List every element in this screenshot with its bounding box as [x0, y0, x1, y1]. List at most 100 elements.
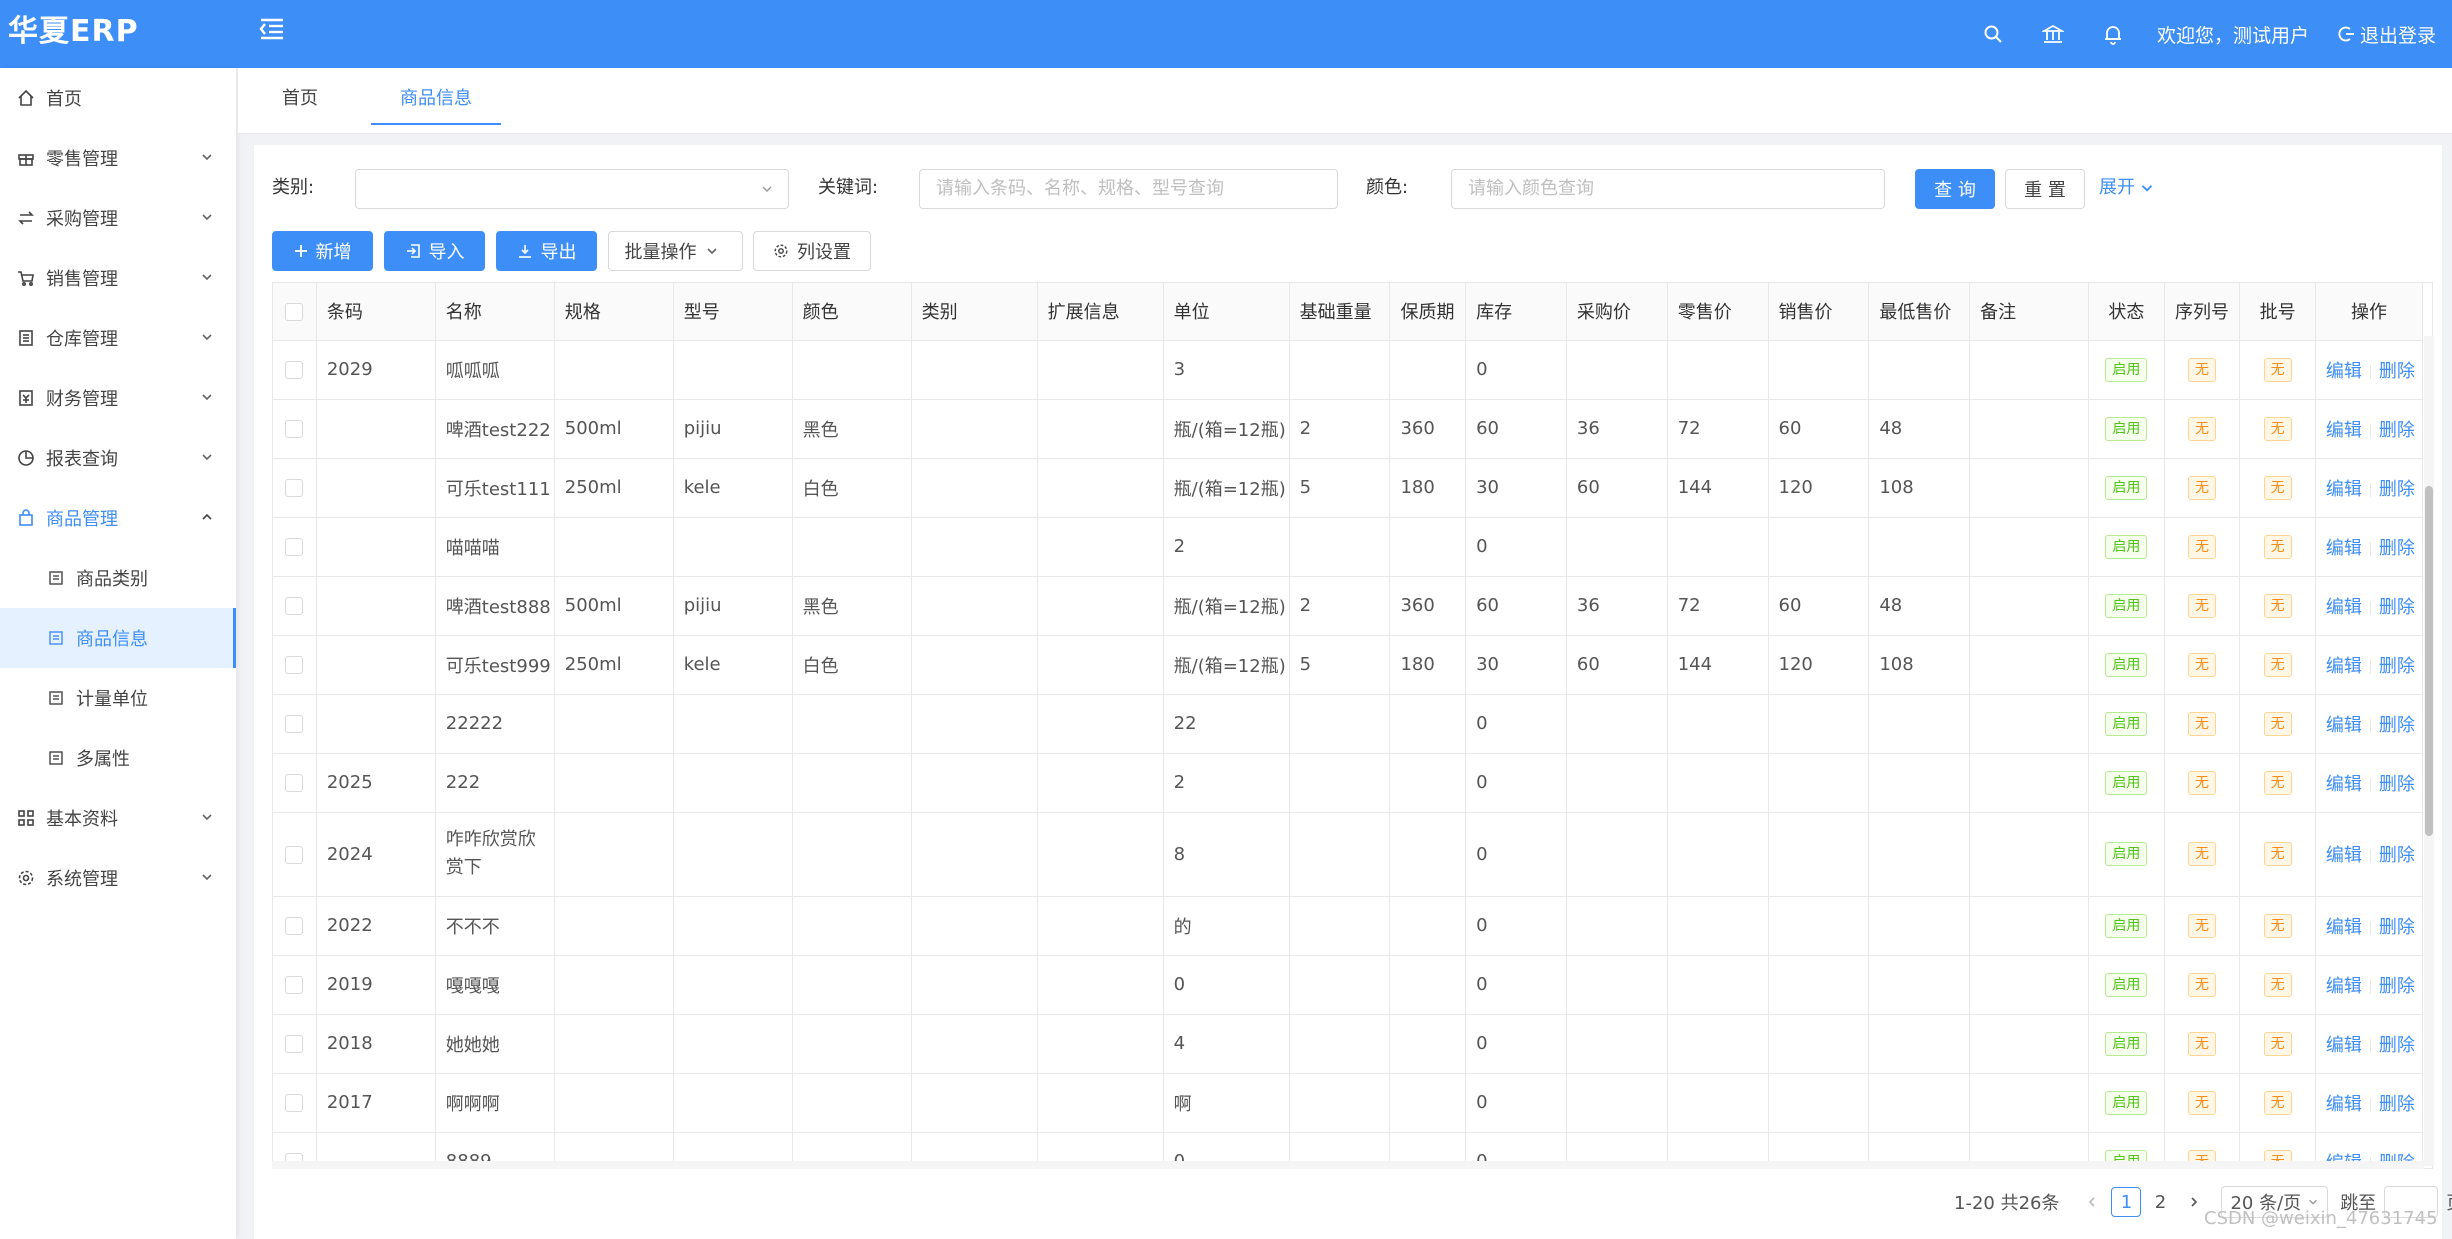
sidebar-item-reports[interactable]: 报表查询: [0, 428, 236, 488]
row-checkbox[interactable]: [285, 361, 304, 379]
col-header-unit[interactable]: 单位: [1163, 283, 1290, 341]
add-button[interactable]: 新增: [272, 231, 373, 271]
table-row[interactable]: 22222 22 0 启用无无编辑 删除: [273, 694, 2424, 754]
edit-link[interactable]: 编辑: [2326, 976, 2362, 997]
col-header-status[interactable]: 状态: [2088, 283, 2165, 341]
table-row[interactable]: 2029 呱呱呱 3 0 启用无无编辑 删除: [273, 340, 2424, 400]
row-checkbox[interactable]: [285, 656, 304, 674]
col-header-serial[interactable]: 序列号: [2164, 283, 2241, 341]
sidebar-item-home[interactable]: 首页: [0, 68, 236, 128]
menu-fold-icon[interactable]: [258, 14, 290, 46]
row-checkbox[interactable]: [285, 479, 304, 497]
bank-icon[interactable]: [2023, 0, 2083, 68]
column-settings-button[interactable]: 列设置: [753, 231, 871, 271]
batch-operation-button[interactable]: 批量操作: [608, 231, 743, 271]
edit-link[interactable]: 编辑: [2326, 715, 2362, 736]
color-input[interactable]: 请输入颜色查询: [1451, 169, 1885, 209]
reset-button[interactable]: 重 置: [2005, 169, 2085, 209]
col-header-color[interactable]: 颜色: [792, 283, 912, 341]
edit-link[interactable]: 编辑: [2326, 774, 2362, 795]
sidebar-item-goods[interactable]: 商品管理: [0, 488, 236, 548]
prev-page-icon[interactable]: [2077, 1187, 2107, 1217]
col-header-category[interactable]: 类别: [911, 283, 1038, 341]
delete-link[interactable]: 删除: [2379, 656, 2415, 677]
table-row[interactable]: 喵喵喵 2 0 启用无无编辑 删除: [273, 517, 2424, 577]
table-row[interactable]: 2017 啊啊啊啊 0 启用无无编辑 删除: [273, 1073, 2424, 1133]
table-row[interactable]: 可乐test111 250ml kele 白色 瓶/(箱=12瓶) 5 180 30 60 144…: [273, 458, 2424, 518]
col-header-barcode[interactable]: 条码: [316, 283, 436, 341]
col-header-ext[interactable]: 扩展信息: [1037, 283, 1164, 341]
horizontal-scrollbar[interactable]: [272, 1161, 2424, 1169]
query-button[interactable]: 查 询: [1915, 169, 1995, 209]
edit-link[interactable]: 编辑: [2326, 479, 2362, 500]
delete-link[interactable]: 删除: [2379, 917, 2415, 938]
export-button[interactable]: 导出: [496, 231, 597, 271]
delete-link[interactable]: 删除: [2379, 597, 2415, 618]
app-logo[interactable]: 华夏ERP: [8, 12, 139, 52]
page-1[interactable]: 1: [2111, 1187, 2142, 1217]
row-checkbox[interactable]: [285, 774, 304, 792]
expand-link[interactable]: 展开: [2099, 169, 2155, 207]
page-2[interactable]: 2: [2145, 1187, 2175, 1217]
sidebar-item-system[interactable]: 系统管理: [0, 848, 236, 908]
row-checkbox[interactable]: [285, 715, 304, 733]
sidebar-item-sales[interactable]: 销售管理: [0, 248, 236, 308]
keyword-input[interactable]: 请输入条码、名称、规格、型号查询: [919, 169, 1338, 209]
edit-link[interactable]: 编辑: [2326, 656, 2362, 677]
col-header-model[interactable]: 型号: [673, 283, 793, 341]
edit-link[interactable]: 编辑: [2326, 1094, 2362, 1115]
col-header-purchase[interactable]: 采购价: [1566, 283, 1668, 341]
col-header-weight[interactable]: 基础重量: [1289, 283, 1391, 341]
row-checkbox[interactable]: [285, 1094, 304, 1112]
row-checkbox[interactable]: [285, 1035, 304, 1053]
delete-link[interactable]: 删除: [2379, 1094, 2415, 1115]
table-row[interactable]: 可乐test999 250ml kele 白色 瓶/(箱=12瓶) 5 180 30 60 144…: [273, 635, 2424, 695]
edit-link[interactable]: 编辑: [2326, 917, 2362, 938]
col-header-stock[interactable]: 库存: [1465, 283, 1567, 341]
row-checkbox[interactable]: [285, 597, 304, 615]
edit-link[interactable]: 编辑: [2326, 538, 2362, 559]
sidebar-item-attributes[interactable]: 多属性: [0, 728, 236, 788]
table-row[interactable]: 2022 不不不的 0 启用无无编辑 删除: [273, 896, 2424, 956]
row-checkbox[interactable]: [285, 976, 304, 994]
delete-link[interactable]: 删除: [2379, 538, 2415, 559]
import-button[interactable]: 导入: [384, 231, 485, 271]
row-checkbox[interactable]: [285, 538, 304, 556]
delete-link[interactable]: 删除: [2379, 361, 2415, 382]
delete-link[interactable]: 删除: [2379, 420, 2415, 441]
col-header-sale[interactable]: 销售价: [1768, 283, 1870, 341]
table-row[interactable]: 2019 嘎嘎嘎 0 0 启用无无编辑 删除: [273, 955, 2424, 1015]
table-row[interactable]: 2024 咋咋欣赏欣赏下 8 0 启用无无编辑 删除: [273, 812, 2424, 897]
table-row[interactable]: 2025 222 2 0 启用无无编辑 删除: [273, 753, 2424, 813]
delete-link[interactable]: 删除: [2379, 774, 2415, 795]
tab-home[interactable]: 首页: [270, 68, 330, 126]
edit-link[interactable]: 编辑: [2326, 1035, 2362, 1056]
col-header-spec[interactable]: 规格: [554, 283, 674, 341]
sidebar-item-retail[interactable]: 零售管理: [0, 128, 236, 188]
col-header-remark[interactable]: 备注: [1969, 283, 2090, 341]
col-header-min[interactable]: 最低售价: [1868, 283, 1971, 341]
table-row[interactable]: 啤酒test222 500ml pijiu 黑色 瓶/(箱=12瓶) 2 360 60 36 72…: [273, 399, 2424, 459]
delete-link[interactable]: 删除: [2379, 976, 2415, 997]
edit-link[interactable]: 编辑: [2326, 597, 2362, 618]
search-icon[interactable]: [1963, 0, 2023, 68]
vertical-scrollbar[interactable]: [2424, 336, 2434, 1166]
sidebar-item-purchase[interactable]: 采购管理: [0, 188, 236, 248]
sidebar-item-warehouse[interactable]: 仓库管理: [0, 308, 236, 368]
edit-link[interactable]: 编辑: [2326, 420, 2362, 441]
row-checkbox[interactable]: [285, 917, 304, 935]
scrollbar-thumb[interactable]: [2425, 486, 2433, 836]
logout-button[interactable]: 退出登录: [2323, 21, 2452, 48]
bell-icon[interactable]: [2083, 0, 2143, 68]
delete-link[interactable]: 删除: [2379, 715, 2415, 736]
sidebar-item-basic[interactable]: 基本资料: [0, 788, 236, 848]
select-all-checkbox[interactable]: [285, 302, 304, 321]
delete-link[interactable]: 删除: [2379, 845, 2415, 866]
sidebar-item-unit[interactable]: 计量单位: [0, 668, 236, 728]
col-header-name[interactable]: 名称: [435, 283, 555, 341]
tab-goods-info[interactable]: 商品信息: [371, 68, 501, 125]
delete-link[interactable]: 删除: [2379, 479, 2415, 500]
sidebar-item-goods-category[interactable]: 商品类别: [0, 548, 236, 608]
sidebar-item-goods-info[interactable]: 商品信息: [0, 608, 236, 668]
col-header-retail[interactable]: 零售价: [1667, 283, 1769, 341]
